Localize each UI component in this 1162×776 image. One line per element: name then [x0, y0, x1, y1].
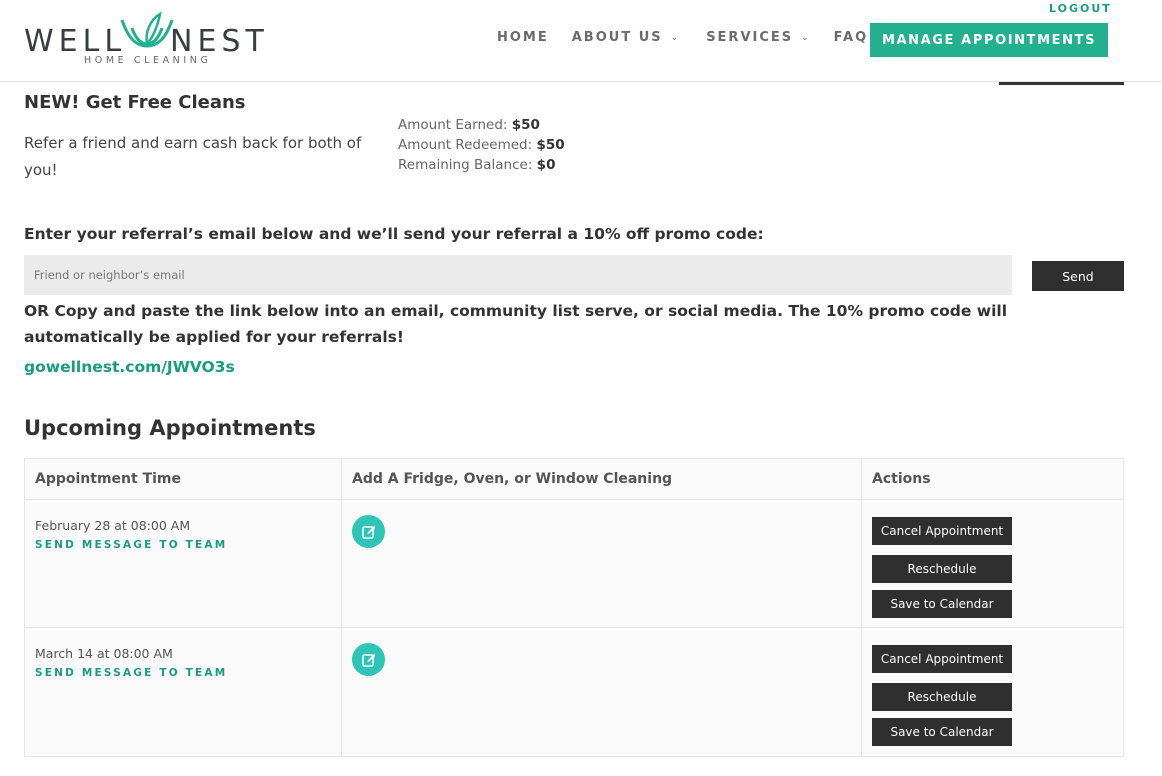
- send-message-link[interactable]: SEND MESSAGE TO TEAM: [35, 539, 331, 551]
- referral-balances: Amount Earned: $50 Amount Redeemed: $50 …: [398, 115, 565, 175]
- appointment-time-cell: February 28 at 08:00 AM SEND MESSAGE TO …: [25, 500, 342, 627]
- nav-faq[interactable]: FAQ: [834, 30, 869, 45]
- amount-redeemed-value: $50: [536, 137, 565, 153]
- actions-cell: Cancel Appointment Reschedule Save to Ca…: [862, 628, 1123, 756]
- appointments-table: Appointment Time Add A Fridge, Oven, or …: [24, 458, 1124, 757]
- save-to-calendar-button[interactable]: Save to Calendar: [872, 718, 1012, 746]
- reschedule-button[interactable]: Reschedule: [872, 555, 1012, 583]
- nav-about-us-label: ABOUT US: [571, 30, 663, 45]
- wellnest-logo[interactable]: WELL NEST HOME CLEANING: [24, 10, 284, 70]
- addons-cell: [342, 500, 862, 627]
- amount-redeemed: Amount Redeemed: $50: [398, 135, 565, 155]
- edit-icon-glyph: [361, 525, 375, 539]
- amount-earned-value: $50: [511, 117, 540, 133]
- manage-appointments-button[interactable]: MANAGE APPOINTMENTS: [870, 23, 1108, 57]
- table-row: March 14 at 08:00 AM SEND MESSAGE TO TEA…: [25, 628, 1123, 756]
- chevron-down-icon: ⌄: [670, 32, 681, 43]
- referral-email-heading: Enter your referral’s email below and we…: [24, 225, 764, 243]
- nav-services[interactable]: SERVICES ⌄: [706, 30, 810, 45]
- remaining-balance-value: $0: [536, 157, 556, 173]
- main-nav: HOME ABOUT US ⌄ SERVICES ⌄ FAQ: [497, 30, 868, 45]
- nav-home[interactable]: HOME: [497, 30, 549, 45]
- table-header-row: Appointment Time Add A Fridge, Oven, or …: [25, 459, 1123, 500]
- cancel-appointment-button[interactable]: Cancel Appointment: [872, 645, 1012, 673]
- referral-email-input[interactable]: [24, 255, 1012, 295]
- promo-description: Refer a friend and earn cash back for bo…: [24, 134, 362, 179]
- nav-about-us[interactable]: ABOUT US ⌄: [572, 30, 680, 45]
- save-to-calendar-button[interactable]: Save to Calendar: [872, 590, 1012, 618]
- edit-icon-glyph: [361, 653, 375, 667]
- copy-link-instructions: OR Copy and paste the link below into an…: [24, 302, 1008, 346]
- send-referral-button[interactable]: Send: [1032, 261, 1124, 291]
- logo-text-left: WELL: [24, 24, 127, 59]
- partial-dark-button[interactable]: [999, 82, 1124, 85]
- chevron-down-icon: ⌄: [801, 32, 811, 43]
- reschedule-button[interactable]: Reschedule: [872, 683, 1012, 711]
- cancel-appointment-button[interactable]: Cancel Appointment: [872, 517, 1012, 545]
- send-message-link[interactable]: SEND MESSAGE TO TEAM: [35, 667, 331, 679]
- column-header-time: Appointment Time: [25, 459, 342, 499]
- site-header: WELL NEST HOME CLEANING LOGOUT HOME ABOU…: [0, 0, 1162, 82]
- logo-tagline: HOME CLEANING: [84, 55, 212, 66]
- appointment-time-cell: March 14 at 08:00 AM SEND MESSAGE TO TEA…: [25, 628, 342, 756]
- logo-leaf-icon: [120, 11, 174, 48]
- table-row: February 28 at 08:00 AM SEND MESSAGE TO …: [25, 500, 1123, 628]
- amount-redeemed-label: Amount Redeemed:: [398, 137, 537, 153]
- nav-services-label: SERVICES: [706, 30, 794, 45]
- edit-icon[interactable]: [352, 643, 385, 676]
- logo-text-right: NEST: [170, 24, 269, 59]
- nav-faq-label: FAQ: [833, 30, 869, 45]
- addons-cell: [342, 628, 862, 756]
- actions-cell: Cancel Appointment Reschedule Save to Ca…: [862, 500, 1123, 627]
- amount-earned-label: Amount Earned:: [398, 117, 512, 133]
- appointment-time: February 28 at 08:00 AM: [35, 518, 191, 533]
- remaining-balance-label: Remaining Balance:: [398, 157, 537, 173]
- amount-earned: Amount Earned: $50: [398, 115, 565, 135]
- nav-home-label: HOME: [497, 30, 549, 45]
- column-header-actions: Actions: [872, 471, 931, 487]
- column-header-addons: Add A Fridge, Oven, or Window Cleaning: [342, 459, 862, 499]
- upcoming-appointments-title: Upcoming Appointments: [24, 416, 316, 440]
- edit-icon[interactable]: [352, 515, 385, 548]
- appointment-time: March 14 at 08:00 AM: [35, 646, 173, 661]
- logout-link[interactable]: LOGOUT: [1049, 2, 1112, 15]
- referral-link[interactable]: gowellnest.com/JWVO3s: [24, 358, 235, 376]
- remaining-balance: Remaining Balance: $0: [398, 155, 565, 175]
- promo-title: NEW! Get Free Cleans: [24, 92, 246, 113]
